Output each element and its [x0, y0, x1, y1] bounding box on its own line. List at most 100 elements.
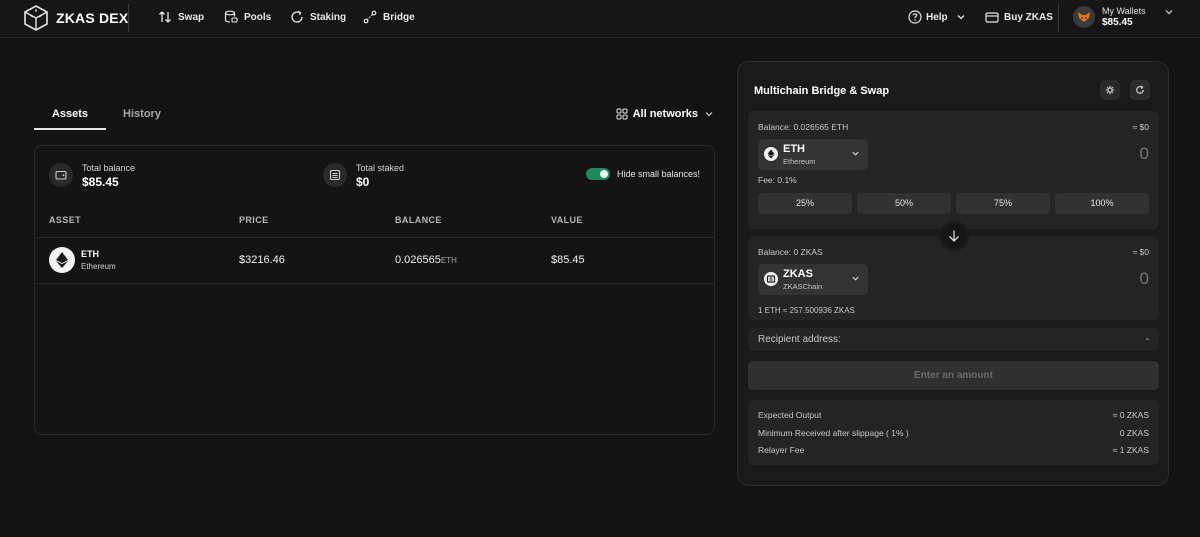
buy-zkas-label: Buy ZKAS — [1004, 11, 1053, 23]
asset-price: $3216.46 — [239, 254, 285, 266]
nav-swap[interactable]: Swap — [158, 10, 204, 24]
total-staked-stat: Total staked $0 — [323, 161, 404, 189]
wallet-label: My Wallets — [1102, 6, 1146, 16]
minimum-received-value: 0 ZKAS — [1119, 428, 1149, 438]
swap-details: Expected Output ≈ 0 ZKAS Minimum Receive… — [748, 400, 1159, 465]
chevron-down-icon — [852, 276, 859, 281]
chevron-down-icon — [705, 112, 713, 117]
fee-text: Fee: 0.1% — [758, 175, 797, 185]
swap-direction-button[interactable] — [939, 221, 969, 251]
to-usd-value: ≈ $0 — [1132, 247, 1149, 257]
chevron-down-icon — [1165, 10, 1173, 15]
column-header-price: PRICE — [239, 215, 269, 225]
zkas-chain-icon — [764, 272, 778, 286]
assets-card: Total balance $85.45 Total staked $0 Hid… — [34, 145, 715, 435]
asset-balance-unit: ETH — [440, 256, 457, 265]
table-row[interactable]: ETH Ethereum $3216.46 0.026565ETH $85.45 — [35, 237, 714, 283]
expected-output-value: ≈ 0 ZKAS — [1112, 410, 1149, 420]
asset-value: $85.45 — [551, 254, 585, 266]
column-header-asset: ASSET — [49, 215, 82, 225]
wallet-card-icon — [985, 12, 999, 23]
wallet-amount: $85.45 — [1102, 17, 1133, 28]
total-balance-value: $85.45 — [82, 175, 119, 189]
asset-balance: 0.026565ETH — [395, 254, 457, 266]
nav-staking-label: Staking — [310, 11, 347, 23]
percent-100-button[interactable]: 100% — [1055, 193, 1149, 214]
relayer-fee-row: Relayer Fee ≈ 1 ZKAS — [758, 445, 1149, 455]
recipient-address-label: Recipient address: — [758, 334, 841, 345]
table-divider — [35, 283, 714, 284]
from-token-chain: Ethereum — [783, 157, 816, 166]
hide-small-balances-label: Hide small balances! — [616, 169, 700, 179]
from-token-selector[interactable]: ETH Ethereum — [758, 139, 868, 170]
from-token-symbol: ETH — [783, 143, 805, 155]
recipient-address-value: - — [1145, 334, 1149, 345]
stack-icon — [323, 163, 347, 187]
minimum-received-row: Minimum Received after slippage ( 1% ) 0… — [758, 428, 1149, 438]
buy-zkas-button[interactable]: Buy ZKAS — [985, 10, 1053, 24]
gear-icon — [1105, 85, 1115, 95]
total-balance-stat: Total balance $85.45 — [49, 161, 135, 189]
brand-name: ZKAS DEX — [56, 10, 129, 26]
total-staked-label: Total staked — [356, 163, 405, 173]
nav-swap-label: Swap — [178, 11, 205, 23]
tab-assets[interactable]: Assets — [34, 102, 106, 130]
nav-bridge[interactable]: Bridge — [363, 10, 415, 24]
from-usd-value: ≈ $0 — [1132, 122, 1149, 132]
ethereum-icon — [49, 247, 75, 273]
enter-amount-button[interactable]: Enter an amount — [748, 361, 1159, 390]
help-circle-icon — [908, 10, 922, 24]
to-token-selector[interactable]: ZKAS ZKASChain — [758, 264, 868, 295]
top-navbar: ZKAS DEX Swap Pools Staking Bridge Help … — [0, 0, 1200, 38]
asset-tabs: Assets History All networks — [34, 102, 714, 130]
recipient-address-field[interactable]: Recipient address: - — [748, 328, 1159, 351]
nav-staking[interactable]: Staking — [290, 10, 346, 24]
toggle-knob — [599, 170, 608, 178]
toggle-switch[interactable] — [585, 168, 610, 180]
brand-logo[interactable]: ZKAS DEX — [24, 5, 128, 31]
relayer-fee-label: Relayer Fee — [758, 445, 805, 455]
to-balance: Balance: 0 ZKAS — [758, 247, 823, 257]
bridge-icon — [363, 10, 377, 24]
cube-logo-icon — [24, 5, 48, 31]
asset-balance-amount: 0.026565 — [395, 254, 441, 266]
to-amount-input[interactable] — [999, 269, 1149, 289]
network-selector-label: All networks — [632, 108, 698, 120]
minimum-received-label: Minimum Received after slippage ( 1% ) — [758, 428, 909, 438]
help-label: Help — [926, 11, 948, 23]
to-token-symbol: ZKAS — [783, 268, 813, 280]
from-amount-input[interactable] — [999, 144, 1149, 164]
panel-title: Multichain Bridge & Swap — [754, 85, 890, 97]
to-token-chain: ZKASChain — [783, 282, 823, 291]
refresh-icon — [1136, 85, 1144, 94]
ethereum-icon — [764, 147, 778, 161]
nav-pools-label: Pools — [244, 11, 272, 23]
refresh-circle-icon — [291, 10, 303, 23]
header-divider-right — [1058, 4, 1059, 32]
settings-button[interactable] — [1100, 80, 1120, 100]
avatar — [1073, 6, 1095, 28]
percent-25-button[interactable]: 25% — [758, 193, 852, 214]
column-header-balance: BALANCE — [395, 215, 442, 225]
wallet-menu[interactable]: My Wallets $85.45 — [1073, 5, 1174, 29]
network-selector[interactable]: All networks — [616, 108, 714, 120]
column-header-value: VALUE — [551, 215, 583, 225]
percent-50-button[interactable]: 50% — [857, 193, 951, 214]
percent-75-button[interactable]: 75% — [956, 193, 1050, 214]
help-menu[interactable]: Help — [908, 10, 966, 24]
grid-icon — [616, 108, 628, 120]
refresh-button[interactable] — [1130, 80, 1150, 100]
database-icon — [224, 10, 238, 23]
header-divider — [128, 4, 129, 32]
nav-pools[interactable]: Pools — [224, 10, 271, 24]
asset-symbol: ETH — [81, 249, 99, 259]
swap-arrows-icon — [159, 11, 171, 23]
nav-bridge-label: Bridge — [383, 11, 415, 23]
hide-small-balances-toggle[interactable]: Hide small balances! — [585, 168, 700, 180]
from-token-box: Balance: 0.026565 ETH ≈ $0 ETH Ethereum … — [748, 111, 1159, 229]
relayer-fee-value: ≈ 1 ZKAS — [1112, 445, 1149, 455]
wallet-icon — [49, 163, 73, 187]
tab-history[interactable]: History — [106, 102, 178, 130]
fox-avatar-icon — [1078, 12, 1090, 22]
exchange-rate: 1 ETH ≈ 257.500936 ZKAS — [758, 306, 855, 315]
